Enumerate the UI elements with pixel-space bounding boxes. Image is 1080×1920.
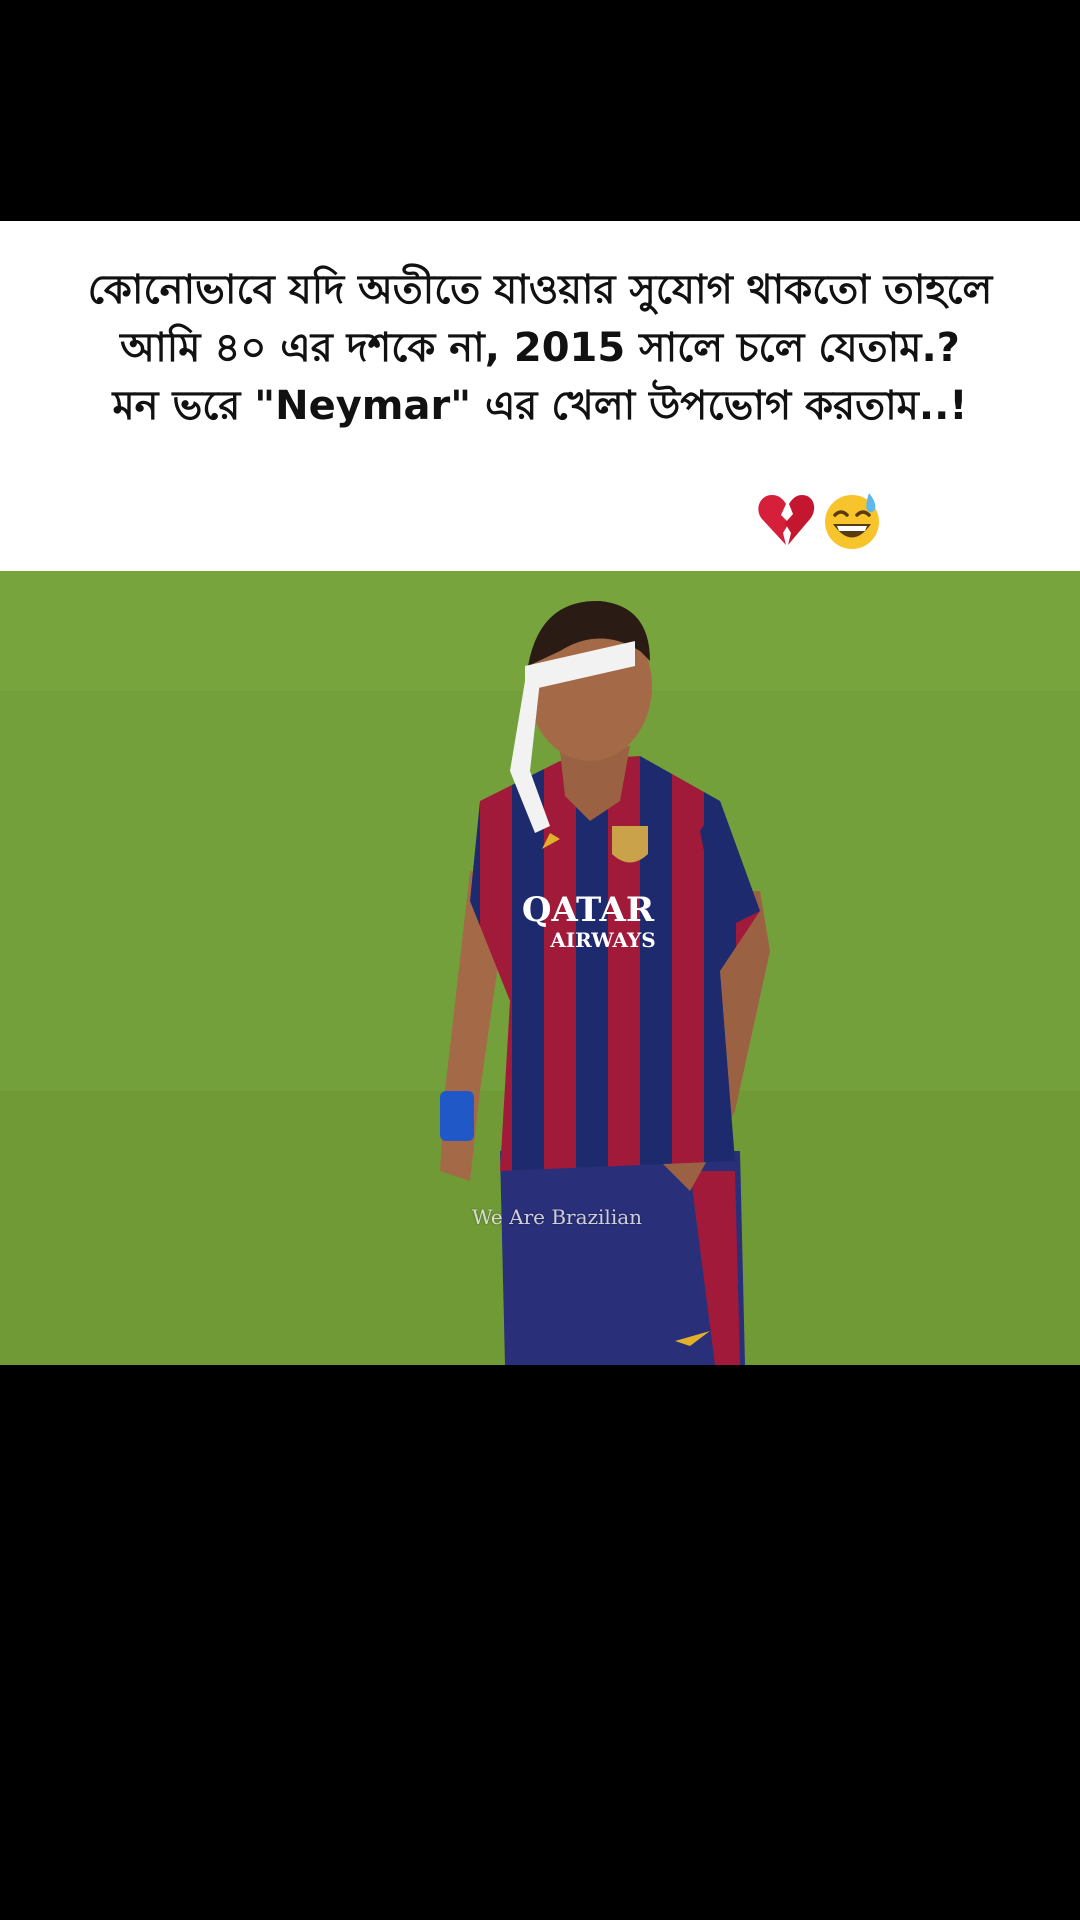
caption-line-3: মন ভরে "Neymar" এর খেলা উপভোগ করতাম..! xyxy=(112,383,968,429)
jersey-sponsor-line1: QATAR xyxy=(522,890,655,930)
player-photo: QATAR AIRWAYS xyxy=(0,571,1080,1365)
watermark: We Are Brazilian xyxy=(472,1205,643,1229)
grinning-sweat-face-icon xyxy=(825,493,879,549)
jersey-sponsor-line2: AIRWAYS xyxy=(549,928,655,952)
top-letterbox xyxy=(0,0,1080,221)
caption-panel: কোনোভাবে যদি অতীতে যাওয়ার সুযোগ থাকতো ত… xyxy=(0,221,1080,571)
caption-line-1: কোনোভাবে যদি অতীতে যাওয়ার সুযোগ থাকতো ত… xyxy=(87,267,993,313)
broken-heart-icon xyxy=(758,495,815,545)
emoji-row xyxy=(756,491,882,555)
caption-line-2: আমি ৪০ এর দশকে না, 2015 সালে চলে যেতাম.? xyxy=(120,325,960,371)
bottom-letterbox xyxy=(0,1365,1080,1920)
video-frame: QATAR AIRWAYS xyxy=(0,571,1080,1365)
